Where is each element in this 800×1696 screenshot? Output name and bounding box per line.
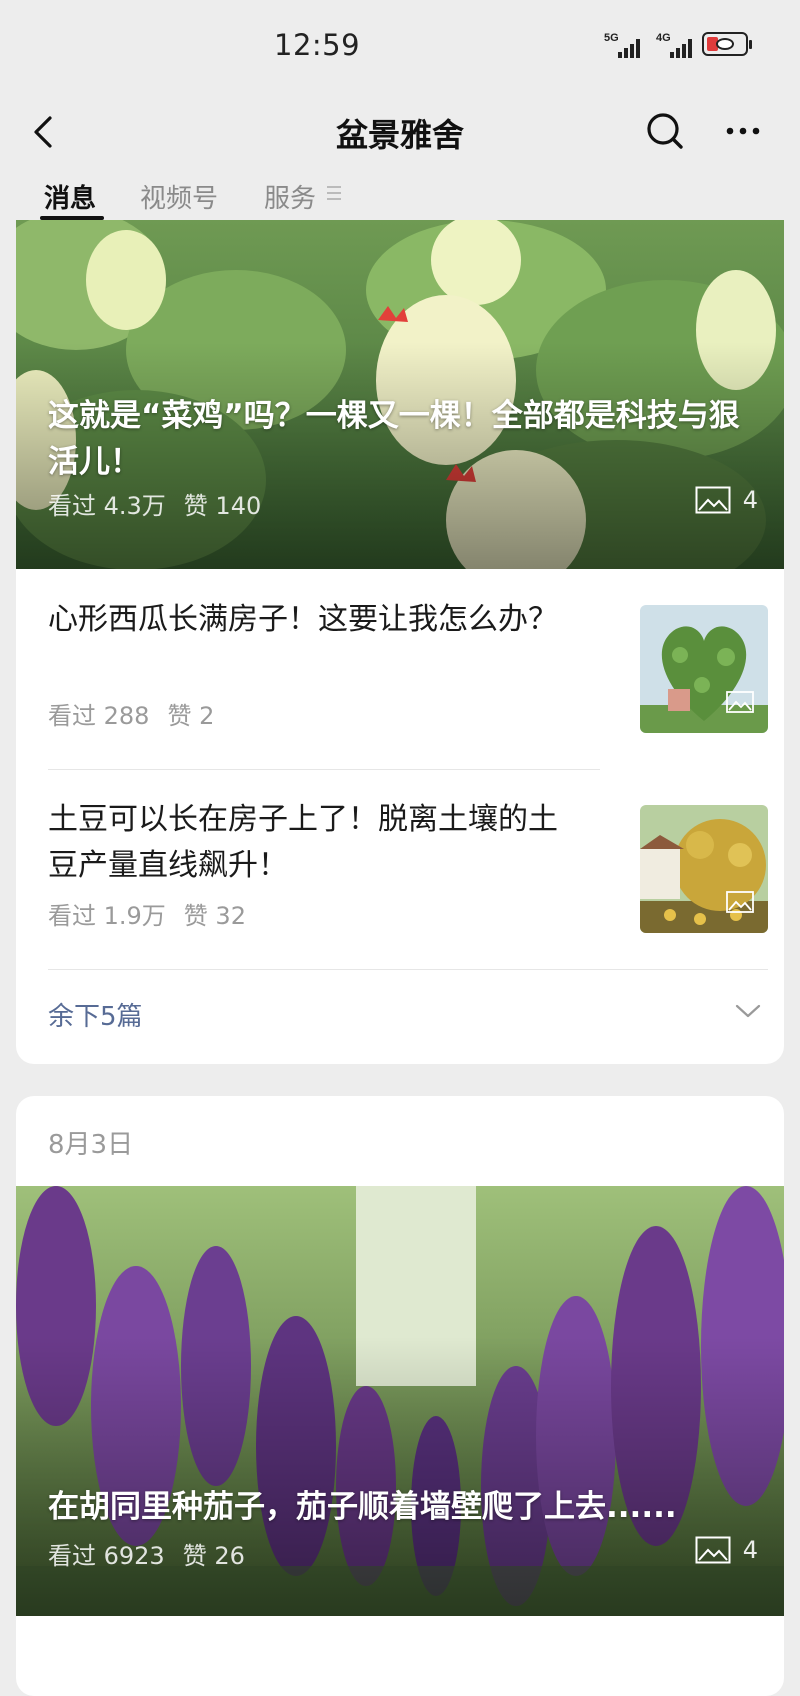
hero-meta: 看过 6923 赞 26 — [48, 1536, 245, 1571]
chevron-down-icon — [735, 1004, 761, 1018]
view-count: 看过 1.9万 — [48, 902, 166, 930]
list-item[interactable]: 土豆可以长在房子上了！脱离土壤的土豆产量直线飙升！ 看过 1.9万赞 32 — [48, 769, 768, 969]
tab-services[interactable]: 服务 — [264, 178, 316, 215]
hero-article[interactable]: 这就是“菜鸡”吗？一棵又一棵！全部都是科技与狠活儿！ 看过 4.3万赞 140 … — [16, 220, 784, 569]
tab-bar: 消息 视频号 服务 — [0, 174, 800, 220]
menu-lines-icon[interactable] — [327, 186, 341, 202]
tab-channels[interactable]: 视频号 — [140, 178, 218, 215]
image-icon — [726, 691, 754, 713]
expand-remaining-button[interactable]: 余下5篇 — [48, 990, 768, 1040]
view-count: 看过 4.3万 — [48, 492, 166, 520]
like-count: 赞 26 — [182, 1542, 245, 1570]
status-time: 12:59 — [274, 28, 361, 62]
article-thumbnail — [640, 605, 768, 733]
like-count: 赞 140 — [183, 492, 262, 520]
like-count: 赞 32 — [183, 902, 246, 930]
like-count: 赞 2 — [167, 702, 215, 730]
list-item[interactable]: 心形西瓜长满房子！这要让我怎么办？ 看过 288 赞 2 — [48, 569, 768, 769]
nav-bar: 盆景雅舍 — [0, 90, 800, 174]
article-title: 土豆可以长在房子上了！脱离土壤的土豆产量直线飙升！ — [48, 802, 558, 883]
status-bar: 12:59 5G 4G — [0, 0, 800, 90]
hero-meta: 看过 4.3万赞 140 — [48, 486, 261, 521]
view-count: 看过 288 — [48, 702, 150, 730]
image-count-badge: 4 — [695, 1536, 758, 1564]
date-label: 8月3日 — [48, 1130, 134, 1160]
hero-title: 在胡同里种茄子，茄子顺着墙壁爬了上去...... — [48, 1489, 677, 1525]
view-count: 看过 6923 — [48, 1542, 165, 1570]
signal-5g-icon: 5G — [604, 32, 646, 60]
search-icon[interactable] — [642, 108, 688, 154]
article-group-card: 8月3日 在胡同里种茄子，茄子顺着墙壁爬了上去...... 看过 6923 赞 … — [16, 1096, 784, 1696]
signal-4g-icon: 4G — [656, 32, 698, 60]
article-thumbnail — [640, 805, 768, 933]
article-meta: 看过 288 赞 2 — [48, 696, 214, 731]
article-meta: 看过 1.9万赞 32 — [48, 896, 246, 931]
more-dots-icon[interactable] — [720, 108, 766, 154]
tab-messages[interactable]: 消息 — [44, 178, 96, 215]
hero-title: 这就是“菜鸡”吗？一棵又一棵！全部都是科技与狠活儿！ — [48, 398, 740, 480]
image-icon — [695, 486, 731, 514]
image-icon — [695, 1536, 731, 1564]
image-icon — [726, 891, 754, 913]
hero-article[interactable]: 在胡同里种茄子，茄子顺着墙壁爬了上去...... 看过 6923 赞 26 4 — [16, 1186, 784, 1616]
remaining-label: 余下5篇 — [48, 1002, 143, 1032]
battery-saver-icon — [702, 32, 752, 56]
image-count-badge: 4 — [695, 486, 758, 514]
article-group-card: 这就是“菜鸡”吗？一棵又一棵！全部都是科技与狠活儿！ 看过 4.3万赞 140 … — [16, 220, 784, 1064]
article-title: 心形西瓜长满房子！这要让我怎么办？ — [48, 602, 558, 637]
divider — [48, 969, 768, 970]
